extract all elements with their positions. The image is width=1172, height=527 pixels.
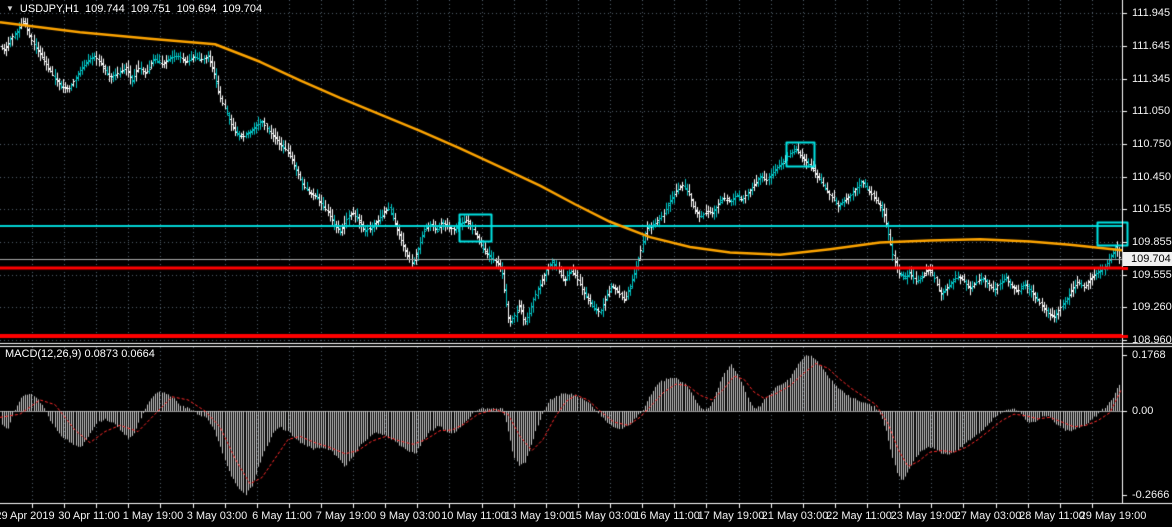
price-label: 109.260 [1132,301,1172,314]
symbol-dropdown-icon[interactable]: ▼ [6,4,14,14]
price-label: 108.960 [1132,334,1172,347]
macd-scale-label: 0.1768 [1132,349,1166,361]
macd-header: MACD(12,26,9) 0.0873 0.0664 [5,348,155,360]
chart-canvas[interactable] [0,0,1172,527]
macd-signal-value: 0.0664 [121,348,155,360]
price-label: 111.645 [1132,39,1171,52]
ohlc-open: 109.744 [85,3,125,15]
macd-scale-label: 0.00 [1132,405,1154,417]
current-price-tag: 109.704 [1123,251,1172,266]
price-label: 111.345 [1132,72,1171,85]
ohlc-low: 109.694 [176,3,217,15]
price-label: 110.450 [1132,170,1171,183]
price-label: 111.050 [1132,105,1171,118]
chart-window: ▼ USDJPY,H1 109.744 109.751 109.694 109.… [0,0,1172,527]
price-label: 111.945 [1132,7,1171,19]
macd-main-value: 0.0873 [84,348,119,360]
chart-header: ▼ USDJPY,H1 109.744 109.751 109.694 109.… [6,3,262,15]
macd-indicator-label: MACD(12,26,9) [5,348,82,360]
ohlc-close: 109.704 [222,3,263,15]
price-label: 109.555 [1132,268,1172,281]
price-label: 110.750 [1132,137,1171,150]
price-label: 109.855 [1132,236,1172,249]
macd-scale-label: -0.2666 [1132,489,1170,502]
price-label: 110.155 [1132,203,1171,216]
symbol-period-label: USDJPY,H1 [19,3,80,15]
date-label: 29 May 19:00 [1079,510,1147,522]
ohlc-high: 109.751 [130,3,171,15]
